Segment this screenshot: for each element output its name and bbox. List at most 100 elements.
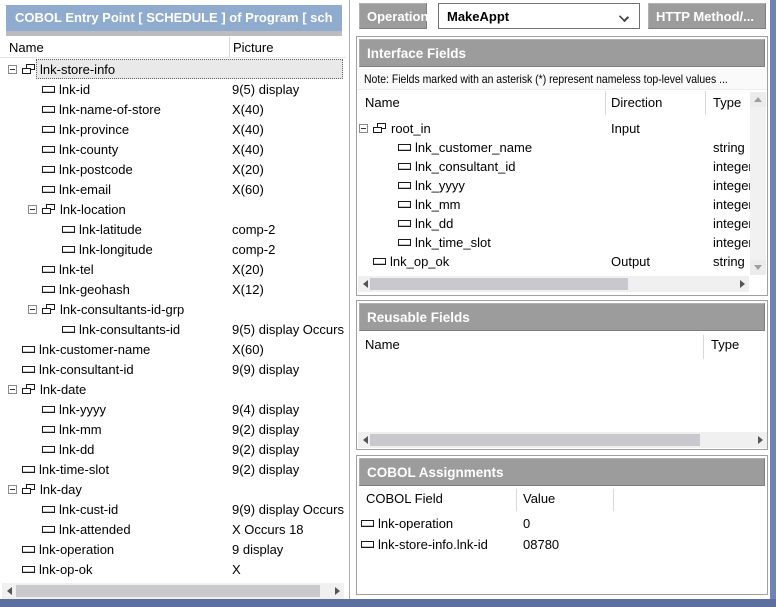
field-name: lnk-email	[59, 182, 111, 197]
tree-expander-icon[interactable]	[8, 65, 17, 74]
scroll-right-icon[interactable]	[330, 583, 344, 599]
group-field-icon	[22, 64, 36, 75]
scroll-up-icon[interactable]	[750, 92, 766, 107]
field-picture: 9(9) display Occurs 18	[232, 502, 345, 517]
tree-row[interactable]: lnk-name-of-storeX(40)	[0, 99, 346, 119]
interface-fields-section: Interface Fields Note: Fields marked wit…	[356, 36, 768, 296]
tree-row[interactable]: lnk-emailX(60)	[0, 179, 346, 199]
tree-row[interactable]: lnk-store-info	[0, 59, 346, 79]
field-picture: X(40)	[232, 142, 345, 157]
scroll-left-icon[interactable]	[2, 583, 16, 599]
field-name: lnk-time-slot	[39, 462, 109, 477]
field-name: lnk-op-ok	[39, 562, 92, 577]
reusable-horizontal-scrollbar[interactable]	[358, 432, 767, 448]
tree-row[interactable]: lnk-consultants-id9(5) display Occurs 16	[0, 319, 346, 339]
field-name: lnk-longitude	[79, 242, 153, 257]
tree-row[interactable]: lnk-customer-nameX(60)	[0, 339, 346, 359]
tree-row[interactable]: lnk-date	[0, 379, 346, 399]
field-picture: 9 display	[232, 542, 345, 557]
interface-field-row[interactable]: lnk_consultant_idinteger	[357, 157, 750, 176]
panel-splitter[interactable]	[349, 0, 350, 599]
tree-row[interactable]: lnk-day	[0, 479, 346, 499]
field-icon	[42, 166, 55, 173]
field-icon	[398, 163, 411, 170]
interface-field-row[interactable]: lnk_ddinteger	[357, 214, 750, 233]
tree-row[interactable]: lnk-longitudecomp-2	[0, 239, 346, 259]
field-icon	[42, 406, 55, 413]
interface-field-row[interactable]: lnk_mminteger	[357, 195, 750, 214]
tree-row[interactable]: lnk-consultant-id9(9) display	[0, 359, 346, 379]
tree-expander-icon[interactable]	[359, 124, 368, 133]
tree-row[interactable]: lnk-id9(5) display	[0, 79, 346, 99]
tree-row[interactable]: lnk-provinceX(40)	[0, 119, 346, 139]
field-name: lnk-yyyy	[59, 402, 106, 417]
operation-select[interactable]: MakeAppt	[438, 3, 640, 29]
tree-row[interactable]: lnk-location	[0, 199, 346, 219]
http-method-button[interactable]: HTTP Method/...	[648, 3, 766, 29]
field-type: integer	[713, 178, 753, 193]
scroll-down-icon[interactable]	[750, 260, 766, 275]
assignment-value: 08780	[523, 537, 559, 552]
scrollbar-thumb[interactable]	[370, 434, 700, 446]
tree-row[interactable]: lnk-op-okX	[0, 559, 346, 579]
indent	[0, 449, 28, 450]
field-direction: Input	[611, 121, 640, 136]
tree-expander-icon[interactable]	[8, 485, 17, 494]
tree-horizontal-scrollbar[interactable]	[2, 583, 344, 599]
interface-field-row[interactable]: lnk_customer_namestring	[357, 138, 750, 157]
scrollbar-thumb[interactable]	[370, 278, 628, 290]
field-name: lnk_dd	[415, 216, 453, 231]
indent	[357, 147, 384, 148]
tree-row[interactable]: lnk-time-slot9(2) display	[0, 459, 346, 479]
tree-row[interactable]: lnk-attendedX Occurs 18	[0, 519, 346, 539]
assignment-row[interactable]: lnk-operation0	[357, 513, 767, 534]
indent	[0, 389, 8, 390]
tree-row[interactable]: lnk-countyX(40)	[0, 139, 346, 159]
interface-vertical-scrollbar[interactable]	[750, 92, 766, 275]
field-name: lnk-mm	[59, 422, 102, 437]
indent	[0, 109, 28, 110]
indent	[0, 369, 8, 370]
expander-slot	[8, 65, 22, 74]
tree-row[interactable]: lnk-consultants-id-grp	[0, 299, 346, 319]
tree-expander-icon[interactable]	[28, 305, 37, 314]
field-icon	[42, 126, 55, 133]
field-icon	[398, 239, 411, 246]
field-name: lnk-location	[60, 202, 126, 217]
assignment-row[interactable]: lnk-store-info.lnk-id08780	[357, 534, 767, 555]
cobol-mapping-window: COBOL Entry Point [ SCHEDULE ] of Progra…	[0, 0, 776, 607]
tree-row[interactable]: lnk-dd9(2) display	[0, 439, 346, 459]
field-picture: 9(2) display	[232, 422, 345, 437]
tree-expander-icon[interactable]	[28, 205, 37, 214]
interface-field-row[interactable]: lnk_time_slotinteger	[357, 233, 750, 252]
interface-field-row[interactable]: root_in Input	[357, 119, 750, 138]
assignment-field-name: lnk-operation	[378, 516, 453, 531]
scroll-right-icon[interactable]	[735, 276, 749, 292]
field-icon	[361, 520, 374, 527]
tree-row[interactable]: lnk-operation9 display	[0, 539, 346, 559]
indent	[0, 469, 8, 470]
field-name: lnk-dd	[59, 442, 94, 457]
field-icon	[22, 366, 35, 373]
interface-horizontal-scrollbar[interactable]	[358, 276, 749, 292]
tree-row[interactable]: lnk-geohashX(12)	[0, 279, 346, 299]
cobol-tree: lnk-store-infolnk-id9(5) displaylnk-name…	[0, 0, 346, 599]
field-picture: 9(5) display	[232, 82, 345, 97]
tree-expander-icon[interactable]	[8, 385, 17, 394]
field-icon	[22, 566, 35, 573]
ru-column-header-type: Type	[711, 337, 739, 352]
interface-field-row[interactable]: lnk_yyyyinteger	[357, 176, 750, 195]
cobol-assignments-header: COBOL Assignments	[359, 458, 765, 486]
scroll-right-icon[interactable]	[753, 432, 767, 448]
scrollbar-thumb[interactable]	[16, 585, 320, 597]
tree-row[interactable]: lnk-postcodeX(20)	[0, 159, 346, 179]
tree-row[interactable]: lnk-mm 9(2) display	[0, 419, 346, 439]
interface-field-row[interactable]: lnk_op_okOutputstring	[357, 252, 750, 271]
tree-row[interactable]: lnk-cust-id9(9) display Occurs 18	[0, 499, 346, 519]
field-name: root_in	[391, 121, 431, 136]
tree-row[interactable]: lnk-telX(20)	[0, 259, 346, 279]
field-picture: X Occurs 18	[232, 522, 345, 537]
field-icon	[398, 201, 411, 208]
tree-row[interactable]: lnk-yyyy9(4) display	[0, 399, 346, 419]
tree-row[interactable]: lnk-latitudecomp-2	[0, 219, 346, 239]
